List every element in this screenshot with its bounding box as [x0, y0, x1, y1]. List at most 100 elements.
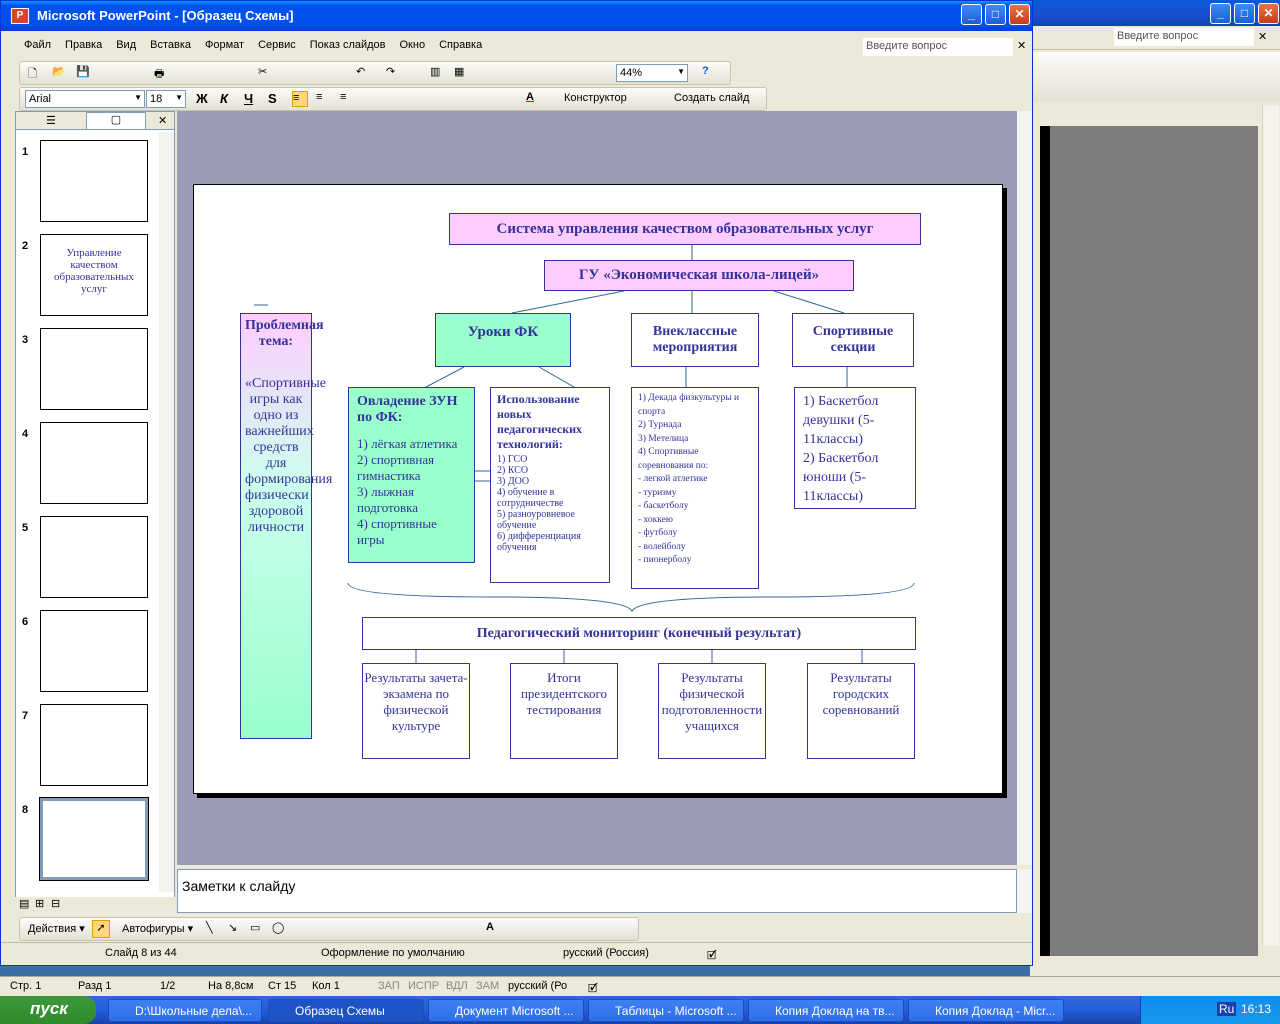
slideshow-view-icon[interactable]: ⊟: [51, 897, 60, 910]
new-slide-button[interactable]: Создать слайд: [674, 92, 749, 104]
slide-thumbnail-7[interactable]: [40, 704, 148, 786]
undo-icon[interactable]: ↶: [356, 65, 372, 81]
slide-thumbnail-2[interactable]: Управление качеством образовательных усл…: [40, 234, 148, 316]
actions-menu[interactable]: Действия ▾: [28, 922, 85, 935]
drawing-toolbar: Действия ▾ ➚ Автофигуры ▾ ╲ ↘ ▭ ◯ A: [19, 917, 639, 941]
menu-edit[interactable]: Правка: [58, 37, 109, 57]
menu-format[interactable]: Формат: [198, 37, 251, 57]
ask-question-input[interactable]: Введите вопрос: [1114, 28, 1254, 46]
word-status-bar: Стр. 1 Разд 1 1/2 На 8,8см Ст 15 Кол 1 З…: [0, 976, 1280, 996]
underline-button[interactable]: Ч: [244, 91, 260, 107]
taskbar-item[interactable]: Таблицы - Microsoft ...: [588, 999, 744, 1022]
menu-window[interactable]: Окно: [393, 37, 433, 57]
close-icon[interactable]: ✕: [1258, 30, 1267, 43]
menu-insert[interactable]: Вставка: [143, 37, 198, 57]
word-trk: ИСПР: [408, 980, 440, 992]
notes-area[interactable]: Заметки к слайду: [177, 869, 1017, 913]
slides-tab[interactable]: ▢: [86, 112, 146, 130]
sections-list-box: 1) Баскетбол девушки (5-11классы) 2) Бас…: [794, 387, 916, 509]
menu-bar: Файл Правка Вид Вставка Формат Сервис По…: [17, 37, 489, 57]
align-center-icon[interactable]: ≡: [316, 91, 332, 107]
open-icon[interactable]: 📂: [52, 65, 68, 81]
designer-button[interactable]: Конструктор: [564, 92, 627, 104]
shadow-button[interactable]: S: [268, 91, 284, 107]
close-button[interactable]: ✕: [1009, 4, 1030, 25]
zun-item: 2) спортивная гимнастика: [357, 452, 435, 483]
rectangle-icon[interactable]: ▭: [250, 921, 266, 937]
slide-counter: Слайд 8 из 44: [105, 947, 177, 959]
align-right-icon[interactable]: ≡: [340, 91, 356, 107]
notes-scrollbar[interactable]: [1017, 869, 1032, 913]
redo-icon[interactable]: ↷: [386, 65, 402, 81]
maximize-button[interactable]: □: [985, 4, 1006, 25]
section-item: 1) Баскетбол девушки (5-11классы): [803, 394, 879, 447]
slide-thumbnail-3[interactable]: [40, 328, 148, 410]
arrow-icon[interactable]: ↘: [228, 921, 244, 937]
outline-tab[interactable]: ☰: [46, 114, 56, 127]
chevron-down-icon: ▼: [677, 67, 685, 76]
slide-number: 6: [22, 616, 29, 628]
tech-item: 5) разноуровневое обучение: [497, 509, 575, 531]
sorter-view-icon[interactable]: ⊞: [35, 897, 44, 910]
chart-icon[interactable]: ▥: [430, 65, 446, 81]
save-icon[interactable]: 💾: [76, 65, 92, 81]
maximize-button[interactable]: □: [1234, 3, 1255, 24]
language-indicator[interactable]: Ru: [1217, 1002, 1237, 1016]
word-ext: ВДЛ: [446, 980, 468, 992]
taskbar-item[interactable]: Копия Доклад на тв...: [748, 999, 904, 1022]
minimize-button[interactable]: _: [1210, 3, 1231, 24]
slide-vertical-scrollbar[interactable]: [1017, 111, 1032, 865]
technologies-box: Использование новых педагогических техно…: [490, 387, 610, 583]
align-left-icon[interactable]: ≡: [292, 91, 308, 107]
slide-thumbnail-5[interactable]: [40, 516, 148, 598]
background-scrollbar[interactable]: [1262, 106, 1279, 946]
close-button[interactable]: ✕: [1258, 3, 1279, 24]
bold-button[interactable]: Ж: [196, 91, 212, 107]
print-icon[interactable]: 🖶: [154, 65, 170, 81]
sports-sections-box: Спортивные секции: [792, 313, 914, 367]
event-item: - футболу: [638, 528, 678, 538]
actions-label: Действия: [28, 923, 77, 935]
help-icon[interactable]: ?: [702, 65, 718, 81]
slide-number: 7: [22, 710, 29, 722]
taskbar-item-active[interactable]: Образец Схемы: [268, 999, 424, 1022]
size-select[interactable]: 18 ▼: [146, 90, 186, 108]
slide-thumbnail-4[interactable]: [40, 422, 148, 504]
menu-slideshow[interactable]: Показ слайдов: [303, 37, 393, 57]
event-item: - хоккею: [638, 514, 673, 525]
slides-scrollbar[interactable]: [159, 132, 174, 892]
font-color-icon[interactable]: A: [486, 921, 502, 937]
line-icon[interactable]: ╲: [206, 921, 222, 937]
menu-file[interactable]: Файл: [17, 37, 58, 57]
zoom-select[interactable]: 44% ▼: [616, 64, 688, 82]
normal-view-icon[interactable]: ▤: [19, 897, 29, 910]
new-slide-label: Создать слайд: [674, 92, 750, 104]
taskbar-item[interactable]: D:\Школьные дела\...: [108, 999, 262, 1022]
italic-button[interactable]: К: [220, 91, 236, 107]
menu-help[interactable]: Справка: [432, 37, 489, 57]
menu-view[interactable]: Вид: [109, 37, 143, 57]
cut-icon[interactable]: ✂: [258, 65, 274, 81]
autoshapes-menu[interactable]: Автофигуры ▾: [122, 922, 193, 935]
slide-thumbnail-1[interactable]: [40, 140, 148, 222]
slide-thumbnail-6[interactable]: [40, 610, 148, 692]
close-icon[interactable]: ✕: [158, 114, 167, 127]
select-arrow-icon[interactable]: ➚: [92, 920, 110, 938]
table-icon[interactable]: ▦: [454, 65, 470, 81]
minimize-button[interactable]: _: [961, 4, 982, 25]
oval-icon[interactable]: ◯: [272, 921, 288, 937]
new-icon[interactable]: 🗋: [28, 65, 44, 81]
menu-tools[interactable]: Сервис: [251, 37, 303, 57]
taskbar-item[interactable]: Копия Доклад - Micr...: [908, 999, 1064, 1022]
background-document: [1040, 126, 1258, 956]
word-col: Кол 1: [312, 980, 340, 992]
start-button[interactable]: пуск: [0, 996, 96, 1024]
event-item: 1) Декада физкультуры и спорта: [638, 393, 740, 417]
font-select[interactable]: Arial ▼: [25, 90, 145, 108]
close-icon[interactable]: ✕: [1017, 39, 1026, 52]
taskbar-item[interactable]: Документ Microsoft ...: [428, 999, 584, 1022]
font-color-icon[interactable]: A: [526, 91, 542, 107]
slide-thumbnail-8[interactable]: [39, 797, 149, 881]
slide-number: 8: [22, 804, 29, 816]
ask-question-input[interactable]: Введите вопрос: [863, 38, 1013, 56]
